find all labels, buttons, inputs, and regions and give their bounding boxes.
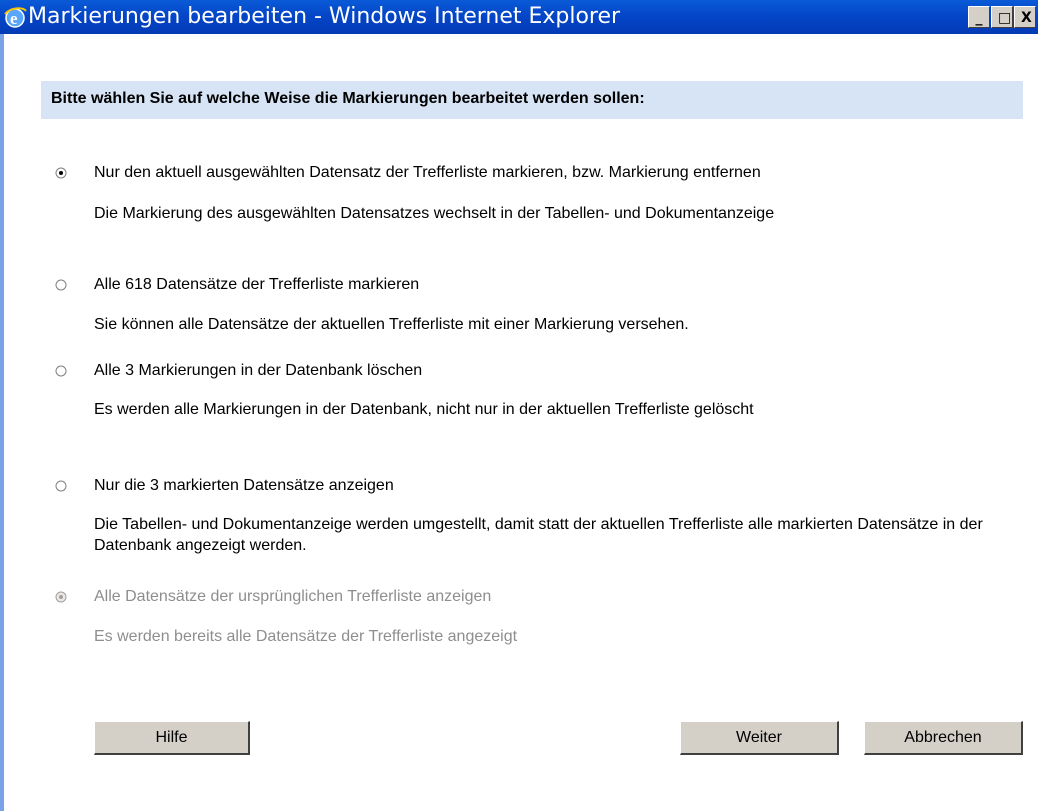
radio-option-3[interactable]: [55, 365, 67, 377]
option-3-label[interactable]: Alle 3 Markierungen in der Datenbank lös…: [94, 361, 422, 381]
instruction-header: Bitte wählen Sie auf welche Weise die Ma…: [41, 81, 1023, 119]
window-title: Markierungen bearbeiten - Windows Intern…: [28, 4, 621, 29]
instruction-text: Bitte wählen Sie auf welche Weise die Ma…: [51, 90, 645, 107]
radio-option-4[interactable]: [55, 480, 67, 492]
cancel-button[interactable]: Abbrechen: [864, 721, 1023, 755]
internet-explorer-icon: e: [4, 7, 27, 28]
option-1-label[interactable]: Nur den aktuell ausgewählten Datensatz d…: [94, 163, 761, 183]
radio-option-1[interactable]: [55, 167, 67, 179]
next-button[interactable]: Weiter: [680, 721, 839, 755]
radio-option-5: [55, 591, 67, 603]
help-button[interactable]: Hilfe: [94, 721, 250, 755]
svg-text:e: e: [10, 9, 18, 28]
option-1-description: Die Markierung des ausgewählten Datensat…: [94, 205, 775, 222]
option-4-label[interactable]: Nur die 3 markierten Datensätze anzeigen: [94, 476, 394, 496]
option-5-label: Alle Datensätze der ursprünglichen Treff…: [94, 588, 492, 605]
close-button[interactable]: X: [1014, 6, 1036, 28]
title-bar: e Markierungen bearbeiten - Windows Inte…: [0, 0, 1038, 34]
maximize-button[interactable]: □: [991, 6, 1013, 28]
option-5-description: Es werden bereits alle Datensätze der Tr…: [94, 628, 518, 645]
minimize-button[interactable]: _: [968, 6, 990, 28]
option-2-description: Sie können alle Datensätze der aktuellen…: [94, 316, 689, 333]
option-2-label[interactable]: Alle 618 Datensätze der Trefferliste mar…: [94, 275, 419, 295]
option-3-description: Es werden alle Markierungen in der Daten…: [94, 401, 754, 418]
radio-option-2[interactable]: [55, 279, 67, 291]
window-left-border: [0, 34, 4, 811]
option-4-description: Die Tabellen- und Dokumentanzeige werden…: [94, 516, 983, 554]
